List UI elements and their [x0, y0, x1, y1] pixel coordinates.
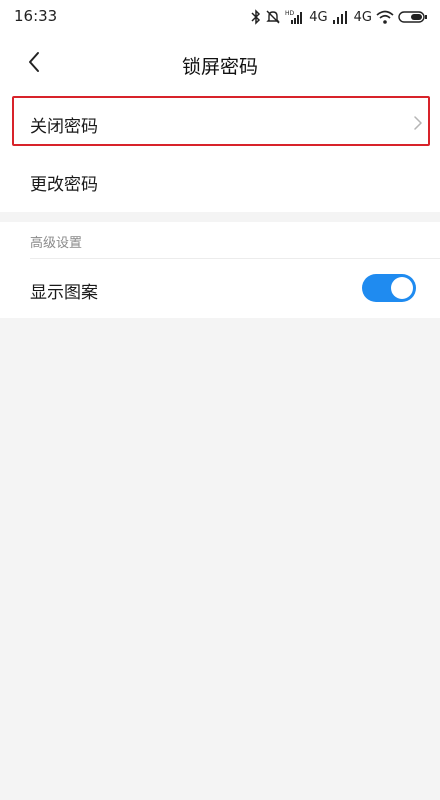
battery-icon [398, 9, 428, 25]
header: 锁屏密码 [0, 34, 440, 94]
toggle-knob [391, 277, 413, 299]
status-bar: 16:33 HD 4G 4G [0, 0, 440, 34]
change-password-row[interactable]: 更改密码 [0, 152, 440, 210]
show-pattern-toggle[interactable] [362, 274, 416, 302]
status-icons: HD 4G 4G [251, 7, 428, 27]
net-label-2: 4G [353, 9, 372, 25]
wifi-icon [376, 9, 394, 25]
advanced-section-label: 高级设置 [30, 236, 83, 251]
mute-icon [265, 9, 281, 25]
net-label-1: 4G [309, 9, 328, 25]
chevron-right-icon [414, 115, 422, 134]
page-title: 锁屏密码 [181, 56, 258, 78]
bluetooth-icon [251, 9, 261, 25]
show-pattern-label: 显示图案 [30, 283, 98, 303]
signal-icon [332, 9, 350, 25]
divider [30, 258, 440, 259]
svg-text:HD: HD [285, 10, 295, 17]
hd-signal-icon: HD [285, 9, 305, 25]
disable-password-label: 关闭密码 [30, 117, 98, 137]
advanced-settings-group: 高级设置 显示图案 [0, 222, 440, 318]
change-password-label: 更改密码 [30, 175, 98, 195]
status-time: 16:33 [14, 7, 58, 25]
disable-password-row[interactable]: 关闭密码 [0, 94, 440, 152]
password-settings-group: 关闭密码 更改密码 [0, 94, 440, 212]
